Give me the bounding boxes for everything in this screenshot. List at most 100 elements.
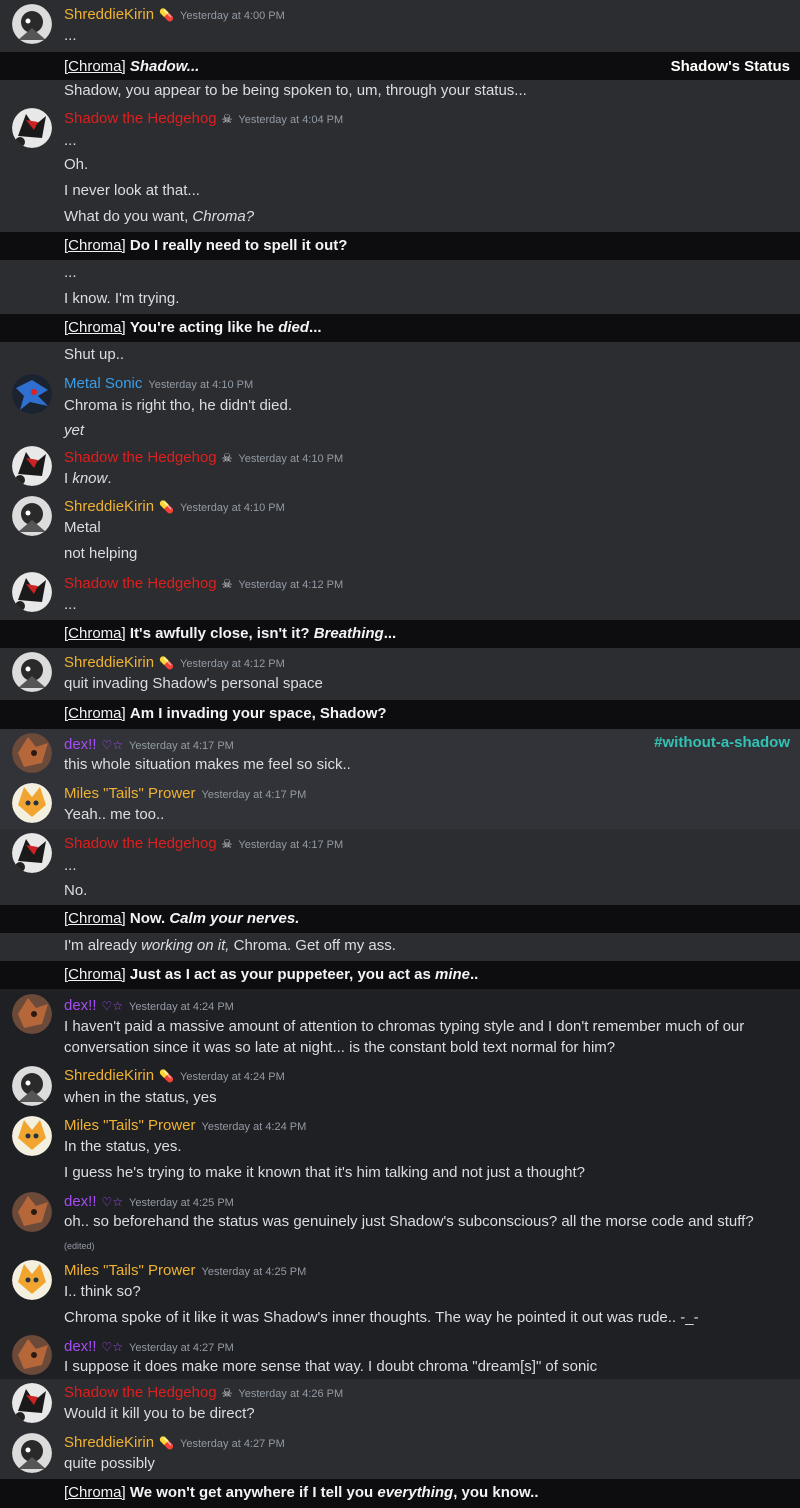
- status-message: [Chroma] Do I really need to spell it ou…: [0, 232, 800, 260]
- avatar-tails[interactable]: [12, 1260, 52, 1300]
- username[interactable]: ShreddieKirin: [64, 498, 154, 515]
- timestamp[interactable]: Yesterday at 4:25 PM: [202, 1266, 307, 1278]
- chroma-prefix[interactable]: [Chroma]: [64, 910, 126, 927]
- timestamp[interactable]: Yesterday at 4:27 PM: [180, 1438, 285, 1450]
- timestamp[interactable]: Yesterday at 4:24 PM: [202, 1121, 307, 1133]
- chat-log: ShreddieKirin 💊 Yesterday at 4:00 PM ...…: [0, 0, 800, 1508]
- chroma-prefix[interactable]: [Chroma]: [64, 966, 126, 983]
- username[interactable]: Shadow the Hedgehog: [64, 575, 217, 592]
- avatar-tails[interactable]: [12, 1116, 52, 1156]
- timestamp[interactable]: Yesterday at 4:24 PM: [180, 1071, 285, 1083]
- username[interactable]: ShreddieKirin: [64, 6, 154, 23]
- message-group: ShreddieKirin 💊 Yesterday at 4:12 PM qui…: [0, 648, 800, 700]
- chroma-prefix[interactable]: [Chroma]: [64, 319, 126, 336]
- username[interactable]: dex!!: [64, 1338, 97, 1355]
- chroma-line: [Chroma] We won't get anywhere if I tell…: [64, 1484, 539, 1501]
- timestamp[interactable]: Yesterday at 4:17 PM: [129, 740, 234, 752]
- avatar-dex[interactable]: [12, 1335, 52, 1375]
- message-text: I suppose it does make more sense that w…: [64, 1358, 598, 1375]
- dex-avatar-icon: [12, 1192, 52, 1232]
- username[interactable]: Shadow the Hedgehog: [64, 835, 217, 852]
- text-part: know: [72, 470, 108, 487]
- text-part: I'm already: [64, 937, 142, 954]
- timestamp[interactable]: Yesterday at 4:10 PM: [148, 379, 253, 391]
- avatar-dex[interactable]: [12, 1192, 52, 1232]
- avatar-dex[interactable]: [12, 994, 52, 1034]
- message-group: dex!! ♡☆ Yesterday at 4:25 PM oh.. so be…: [0, 1187, 800, 1255]
- timestamp[interactable]: Yesterday at 4:17 PM: [202, 789, 307, 801]
- timestamp[interactable]: Yesterday at 4:10 PM: [180, 502, 285, 514]
- message-text: What do you want, Chroma?: [64, 208, 254, 225]
- timestamp[interactable]: Yesterday at 4:27 PM: [129, 1342, 234, 1354]
- chroma-line: [Chroma] Shadow...: [64, 58, 199, 75]
- timestamp[interactable]: Yesterday at 4:12 PM: [238, 579, 343, 591]
- text-part: What do you want,: [64, 208, 193, 225]
- avatar-dex[interactable]: [12, 733, 52, 773]
- avatar-metal-sonic[interactable]: [12, 374, 52, 414]
- username[interactable]: Shadow the Hedgehog: [64, 110, 217, 127]
- chroma-prefix[interactable]: [Chroma]: [64, 625, 126, 642]
- avatar-tails[interactable]: [12, 783, 52, 823]
- username[interactable]: dex!!: [64, 1193, 97, 1210]
- message-text: I never look at that...: [64, 182, 200, 199]
- shadow-avatar-icon: [12, 833, 52, 873]
- channel-link[interactable]: #without-a-shadow: [654, 734, 790, 751]
- username[interactable]: dex!!: [64, 736, 97, 753]
- timestamp[interactable]: Yesterday at 4:17 PM: [238, 839, 343, 851]
- skull-icon: ☠: [221, 837, 233, 851]
- timestamp[interactable]: Yesterday at 4:00 PM: [180, 10, 285, 22]
- username[interactable]: Shadow the Hedgehog: [64, 1384, 217, 1401]
- message-group: Metal Sonic Yesterday at 4:10 PM Chroma …: [0, 370, 800, 442]
- username[interactable]: ShreddieKirin: [64, 1434, 154, 1451]
- text-part: Just as I act as your puppeteer, you act…: [129, 966, 435, 983]
- pill-icon: 💊: [159, 8, 175, 22]
- username[interactable]: Miles "Tails" Prower: [64, 1117, 196, 1134]
- chroma-prefix[interactable]: [Chroma]: [64, 1484, 126, 1501]
- timestamp[interactable]: Yesterday at 4:10 PM: [238, 453, 343, 465]
- timestamp[interactable]: Yesterday at 4:25 PM: [129, 1197, 234, 1209]
- timestamp[interactable]: Yesterday at 4:12 PM: [180, 658, 285, 670]
- message-text: I know.: [64, 470, 112, 487]
- avatar-shreddiekirin[interactable]: [12, 496, 52, 536]
- shreddie-avatar-icon: [12, 496, 52, 536]
- message-text: Metal: [64, 519, 101, 536]
- message-text: Chroma spoke of it like it was Shadow's …: [64, 1309, 699, 1326]
- username[interactable]: Miles "Tails" Prower: [64, 1262, 196, 1279]
- text-part: It's awfully close, isn't it?: [129, 625, 314, 642]
- shadow-avatar-icon: [12, 446, 52, 486]
- avatar-shadow[interactable]: [12, 833, 52, 873]
- avatar-shadow[interactable]: [12, 108, 52, 148]
- avatar-shreddiekirin[interactable]: [12, 1433, 52, 1473]
- shadow-avatar-icon: [12, 1383, 52, 1423]
- avatar-shadow[interactable]: [12, 1383, 52, 1423]
- timestamp[interactable]: Yesterday at 4:04 PM: [238, 114, 343, 126]
- avatar-shadow[interactable]: [12, 446, 52, 486]
- username[interactable]: dex!!: [64, 997, 97, 1014]
- username[interactable]: Miles "Tails" Prower: [64, 785, 196, 802]
- chroma-prefix[interactable]: [Chroma]: [64, 58, 126, 75]
- username[interactable]: Shadow the Hedgehog: [64, 449, 217, 466]
- avatar-shreddiekirin[interactable]: [12, 1066, 52, 1106]
- username[interactable]: ShreddieKirin: [64, 1067, 154, 1084]
- timestamp[interactable]: Yesterday at 4:24 PM: [129, 1001, 234, 1013]
- avatar-shreddiekirin[interactable]: [12, 652, 52, 692]
- avatar-shreddiekirin[interactable]: [12, 4, 52, 44]
- chroma-text: Am I invading your space, Shadow?: [129, 705, 387, 722]
- message-text: Would it kill you to be direct?: [64, 1405, 255, 1422]
- avatar-shadow[interactable]: [12, 572, 52, 612]
- message-text: when in the status, yes: [64, 1089, 217, 1106]
- message-continuation: ... I know. I'm trying.: [0, 260, 800, 314]
- chroma-prefix[interactable]: [Chroma]: [64, 237, 126, 254]
- username[interactable]: ShreddieKirin: [64, 654, 154, 671]
- message-group: Shadow the Hedgehog ☠ Yesterday at 4:12 …: [0, 568, 800, 620]
- timestamp[interactable]: Yesterday at 4:26 PM: [238, 1388, 343, 1400]
- message-text: Shadow, you appear to be being spoken to…: [64, 82, 527, 99]
- chroma-line: [Chroma] You're acting like he died...: [64, 319, 322, 336]
- text-part: died: [278, 319, 310, 336]
- chroma-line: [Chroma] Am I invading your space, Shado…: [64, 705, 387, 722]
- shreddie-avatar-icon: [12, 652, 52, 692]
- chroma-prefix[interactable]: [Chroma]: [64, 705, 126, 722]
- username[interactable]: Metal Sonic: [64, 375, 142, 392]
- status-message: [Chroma] Am I invading your space, Shado…: [0, 700, 800, 729]
- text-part: Calm your nerves.: [169, 910, 300, 927]
